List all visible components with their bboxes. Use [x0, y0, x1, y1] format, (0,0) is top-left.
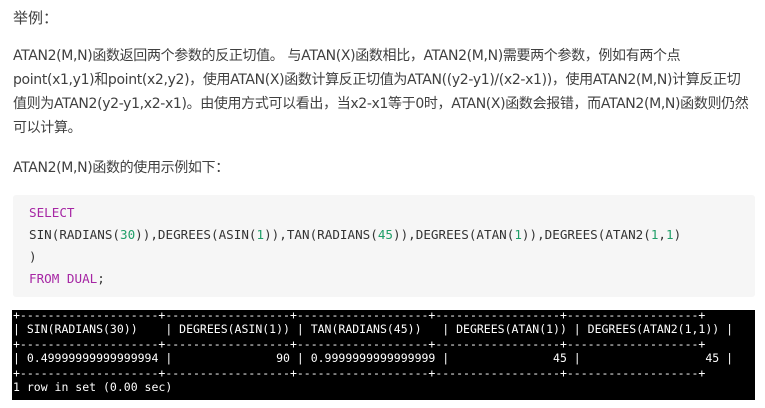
code-token: )),DEGREES(ATAN(	[393, 227, 515, 242]
code-token: )),DEGREES(ASIN(	[135, 227, 257, 242]
code-token: )),TAN(RADIANS(	[264, 227, 378, 242]
example-heading: 举例：	[13, 9, 59, 27]
code-line-from: FROM DUAL;	[29, 268, 755, 290]
terminal-output: +--------------------+------------------…	[12, 310, 755, 400]
from-dual-keyword: FROM DUAL	[29, 271, 98, 286]
usage-intro-paragraph: ATAN2(M,N)函数的使用示例如下：	[13, 160, 229, 176]
code-line-close-paren: )	[29, 249, 37, 264]
table-border-bottom: +--------------------+------------------…	[13, 366, 706, 380]
code-token: ,	[658, 227, 667, 242]
table-border-top: +--------------------+------------------…	[13, 310, 706, 322]
numeric-literal: 1	[514, 227, 522, 242]
result-summary: 1 row in set (0.00 sec)	[13, 380, 173, 394]
numeric-literal: 1	[256, 227, 265, 242]
select-keyword: SELECT	[29, 205, 75, 220]
atan2-description-paragraph: ATAN2(M,N)函数返回两个参数的反正切值。 与ATAN(X)函数相比，AT…	[13, 48, 749, 136]
code-token: )	[673, 227, 682, 242]
numeric-literal: 1	[666, 227, 674, 242]
numeric-literal: 30	[120, 227, 136, 242]
code-token: )),DEGREES(ATAN2(	[521, 227, 651, 242]
code-line-select: SELECT	[29, 202, 755, 224]
table-border-middle: +--------------------+------------------…	[13, 337, 706, 351]
semicolon: ;	[97, 271, 105, 286]
numeric-literal: 45	[377, 227, 393, 242]
sql-code-block: SELECT SIN(RADIANS(30)),DEGREES(ASIN(1)),…	[13, 195, 755, 297]
code-line-functions: SIN(RADIANS(30)),DEGREES(ASIN(1)),TAN(RA…	[29, 224, 755, 246]
code-token: SIN(RADIANS(	[29, 227, 120, 242]
